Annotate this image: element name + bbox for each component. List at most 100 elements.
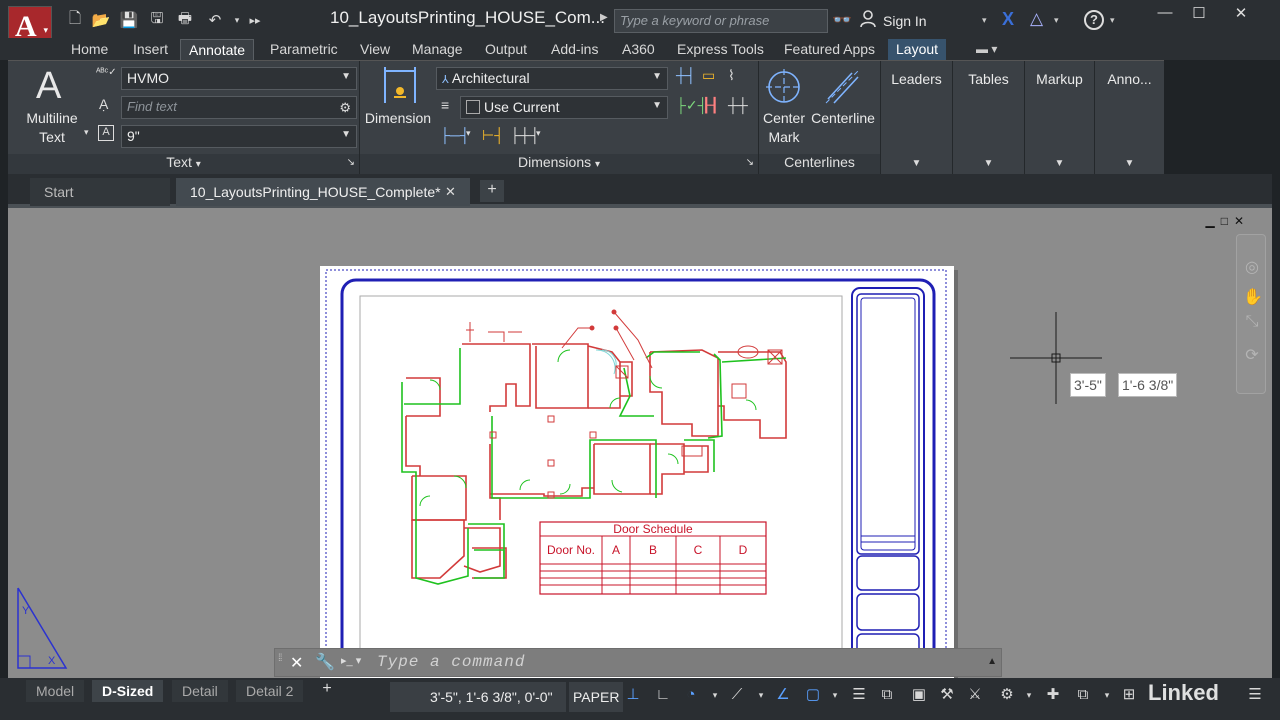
text-panel-title[interactable]: Text ▾ ↘ [8,154,359,174]
steering-wheel-icon[interactable]: ◎ [1243,257,1261,276]
units-icon[interactable]: ⧉ [1074,686,1092,704]
layout-tab-detail[interactable]: Detail [172,680,228,702]
command-prompt-icon[interactable]: ▸_ ▾ [341,654,361,667]
navigation-bar[interactable]: ◎ ✋ ⤡ ⟳ [1236,234,1266,394]
text-height-select[interactable]: 9" ▼ [121,125,357,148]
center-mark-icon[interactable] [766,69,802,105]
multiline-text-button[interactable]: Multiline Text [18,109,86,147]
dim-space-icon[interactable]: ┼┤ [676,67,696,83]
close-icon[interactable]: ✕ [1226,4,1256,24]
customization-menu-icon[interactable]: ☰ [1246,686,1264,704]
orbit-icon[interactable]: ⟳ [1243,345,1261,364]
transparency-icon[interactable]: ⧉ [878,686,896,704]
dimensions-panel-title[interactable]: Dimensions ▾ ↘ [360,154,758,174]
ribbon-options-icon[interactable]: ▬ ▾ [976,42,997,56]
binoculars-icon[interactable]: 👓 [832,10,852,30]
command-input[interactable]: Type a command [377,653,525,671]
minimize-icon[interactable]: — [1150,4,1180,24]
plus-icon[interactable]: ✚ [1044,686,1062,704]
file-tab-start[interactable]: Start [30,178,170,206]
layout-paper-sheet[interactable]: Door Schedule Door No. A B C D [320,266,954,678]
tab-parametric[interactable]: Parametric [262,39,346,60]
dimension-icon[interactable] [382,67,418,107]
viewport-controls[interactable]: ▁□✕ [1205,214,1250,228]
maximize-icon[interactable]: ☐ [1184,4,1214,24]
tables-panel[interactable]: Tables ▼ [952,61,1024,175]
save-icon[interactable]: 💾 [118,10,140,30]
selection-cycling-icon[interactable]: ▣ [910,686,928,704]
isolate-objects-icon[interactable]: ⊞ [1120,686,1138,704]
chevron-down-icon[interactable]: ▾ [706,686,724,704]
tab-output[interactable]: Output [477,39,535,60]
tab-featured-apps[interactable]: Featured Apps [776,39,883,60]
user-icon[interactable] [860,10,876,28]
annotation-scaling-panel[interactable]: Anno... ▼ [1094,61,1164,175]
chevron-down-icon[interactable]: ▾ [536,128,541,139]
tab-home[interactable]: Home [63,39,116,60]
new-layout-button[interactable]: + [316,680,338,702]
pan-icon[interactable]: ✋ [1243,287,1263,306]
paper-space-toggle[interactable]: PAPER [569,682,624,712]
object-snap-icon[interactable]: ▢ [804,686,822,704]
oblique-icon[interactable]: ┼┼ [728,97,748,113]
chevron-down-icon[interactable]: ▾ [982,15,987,26]
object-snap-tracking-icon[interactable]: ∠ [774,686,792,704]
centerline-icon[interactable] [824,69,860,105]
find-text-input[interactable]: Find text ⚙ [121,96,357,119]
open-folder-icon[interactable]: 📂 [90,10,112,30]
help-icon[interactable]: ? [1084,10,1104,30]
multiline-text-icon[interactable]: A [36,65,61,108]
dimension-style-select[interactable]: ⅄ Architectural ▼ [436,67,668,90]
command-line[interactable]: ⁞⁞ ✕ 🔧 ▸_ ▾ Type a command ▲ [274,648,1002,677]
tab-layout[interactable]: Layout [888,39,947,60]
snap-icon[interactable]: ⊥ [624,686,642,704]
tab-view[interactable]: View [352,39,398,60]
sign-in-button[interactable]: Sign In [883,13,927,29]
chevron-down-icon[interactable]: ▾ [1110,15,1115,26]
new-file-icon[interactable]: 🗋 [64,10,86,30]
a360-icon[interactable]: △ [1030,9,1043,29]
isodraft-icon[interactable]: ⟋ [728,686,746,704]
dialog-launcher-icon[interactable]: ↘ [347,157,355,168]
wrench-icon[interactable]: 🔧 [315,652,335,672]
dynamic-input-y[interactable]: 1'-6 3/8" [1118,373,1178,397]
jog-line-icon[interactable]: ⌇ [728,67,735,84]
search-input[interactable]: Type a keyword or phrase [614,9,828,33]
spell-check-icon[interactable]: ᴬᴮᶜ✓ [96,67,117,78]
text-style-select[interactable]: HVMO ▼ [121,67,357,90]
layout-tab-model[interactable]: Model [26,680,85,702]
leaders-panel[interactable]: Leaders ▼ [880,61,952,175]
plot-icon[interactable]: 🖶 [174,10,196,30]
exchange-apps-icon[interactable]: X [1002,9,1014,30]
find-replace-icon[interactable]: ⚙ [339,100,351,116]
close-tab-icon[interactable]: ✕ [445,184,456,200]
chevron-down-icon[interactable]: ▾ [466,128,471,139]
polar-tracking-icon[interactable]: ◔ [682,686,700,704]
find-text-icon[interactable]: Ạ [99,96,108,112]
center-mark-button[interactable]: Center Mark [760,109,808,147]
drag-handle-icon[interactable]: ⁞⁞ [278,653,282,664]
tab-add-ins[interactable]: Add-ins [543,39,606,60]
update-icon[interactable]: ┠┨ [702,97,719,114]
dynamic-input-x[interactable]: 3'-5" [1070,373,1106,397]
lineweight-icon[interactable]: ☰ [850,686,868,704]
quick-dimension-icon[interactable]: ⊢┤ [482,127,504,144]
layers-icon[interactable]: ≡ [441,97,449,113]
new-tab-button[interactable]: + [480,180,504,202]
tab-insert[interactable]: Insert [125,39,176,60]
dimension-button[interactable]: Dimension [362,109,434,128]
chevron-down-icon[interactable]: ▾ [1054,15,1059,26]
centerlines-panel-title[interactable]: Centerlines [759,154,880,174]
zoom-extents-icon[interactable]: ⤡ [1243,313,1261,331]
drawing-canvas[interactable]: ▁□✕ ◎ ✋ ⤡ ⟳ Door Schedule Door No. A B C… [8,208,1272,678]
undo-icon[interactable]: ↶ [204,10,226,30]
chevron-down-icon[interactable]: ▾ [1098,686,1116,704]
layout-tab-d-sized[interactable]: D-Sized [92,680,164,702]
command-history-icon[interactable]: ▲ [987,656,997,667]
dimension-layer-select[interactable]: Use Current ▼ [460,96,668,119]
dialog-launcher-icon[interactable]: ↘ [746,157,754,168]
centerline-button[interactable]: Centerline [808,109,878,128]
ortho-icon[interactable]: ∟ [654,686,672,704]
customize-qat-icon[interactable]: ▸▸ [244,10,266,30]
tab-annotate[interactable]: Annotate [180,39,255,60]
